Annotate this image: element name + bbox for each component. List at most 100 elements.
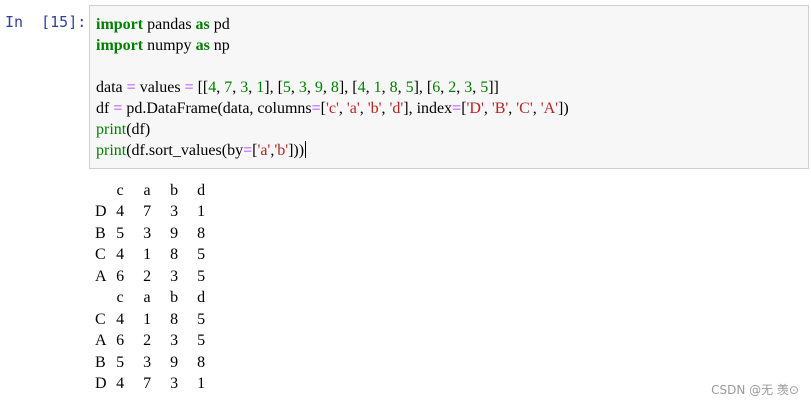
- number-literal: 1: [373, 79, 382, 96]
- table-cell: 8: [197, 224, 206, 242]
- operator: =: [113, 100, 123, 117]
- table-cell: 3: [170, 332, 179, 350]
- number-literal: 5: [282, 79, 291, 96]
- table-row: A 6 2 3 5: [95, 266, 215, 288]
- alias: pd: [209, 16, 230, 33]
- code-text: ])): [288, 142, 305, 159]
- code-text: ,: [322, 79, 331, 96]
- row-index: A: [95, 332, 107, 350]
- cell-prompt: In [15]:: [5, 13, 87, 31]
- code-line-4: data = values = [[4, 7, 3, 1], [5, 3, 9,…: [96, 77, 569, 98]
- keyword: import: [96, 16, 144, 33]
- number-literal: 3: [298, 79, 307, 96]
- table-cell: 7: [143, 375, 152, 393]
- table-cell: 3: [170, 375, 179, 393]
- row-index: A: [95, 267, 107, 285]
- code-text: ]]: [488, 79, 499, 96]
- table-cell: 4: [116, 203, 125, 221]
- builtin-function: print: [96, 142, 127, 159]
- output-table: c a b d D 4 7 3 1 B 5 3 9 8 C 4 1 8 5 A: [95, 180, 215, 395]
- row-index: C: [95, 246, 106, 264]
- code-line-2: import numpy as np: [96, 35, 569, 56]
- code-editor[interactable]: import pandas as pd import numpy as np d…: [96, 14, 569, 161]
- number-literal: 9: [314, 79, 323, 96]
- column-header: a: [143, 289, 151, 307]
- code-text: (df.sort_values(by: [126, 142, 244, 159]
- text-cursor: [305, 141, 307, 158]
- table-cell: 8: [197, 353, 206, 371]
- code-text: ,: [397, 79, 406, 96]
- table-header-row: c a b d: [95, 288, 215, 310]
- number-literal: 5: [405, 79, 414, 96]
- table-row: A 6 2 3 5: [95, 331, 215, 353]
- code-line-5: df = pd.DataFrame(data, columns=['c', 'a…: [96, 98, 569, 119]
- table-cell: 8: [170, 246, 179, 264]
- string-literal: 'c': [326, 100, 339, 117]
- string-literal: 'a': [346, 100, 360, 117]
- table-row: B 5 3 9 8: [95, 352, 215, 374]
- table-cell: 8: [170, 310, 179, 328]
- keyword: as: [195, 16, 210, 33]
- row-index: C: [95, 310, 106, 328]
- table-cell: 4: [116, 246, 125, 264]
- column-header: c: [116, 289, 124, 307]
- column-header: d: [197, 181, 206, 199]
- table-cell: 7: [143, 203, 152, 221]
- code-text: ], [: [338, 79, 358, 96]
- table-cell: 5: [197, 332, 206, 350]
- operator: =: [452, 100, 462, 117]
- table-row: C 4 1 8 5: [95, 245, 215, 267]
- code-text: data: [96, 79, 127, 96]
- string-literal: 'b': [367, 100, 382, 117]
- code-text: ,: [359, 100, 368, 117]
- code-line-7: print(df.sort_values(by=['a','b'])): [96, 140, 569, 161]
- table-cell: 3: [170, 203, 179, 221]
- code-text: (df): [126, 121, 151, 138]
- string-literal: 'B': [491, 100, 509, 117]
- table-cell: 3: [143, 353, 152, 371]
- code-text: ], [: [264, 79, 283, 96]
- code-text: values: [135, 79, 185, 96]
- table-cell: 3: [143, 224, 152, 242]
- column-header: b: [170, 289, 179, 307]
- table-row: B 5 3 9 8: [95, 223, 215, 245]
- column-header: d: [197, 289, 206, 307]
- table-cell: 9: [170, 353, 179, 371]
- code-text: ,: [290, 79, 299, 96]
- column-header: c: [116, 181, 124, 199]
- code-line-1: import pandas as pd: [96, 14, 569, 35]
- table-row: C 4 1 8 5: [95, 309, 215, 331]
- table-cell: 1: [197, 375, 206, 393]
- row-index: D: [95, 375, 107, 393]
- number-literal: 8: [389, 79, 398, 96]
- table-cell: 5: [197, 267, 206, 285]
- table-row: D 4 7 3 1: [95, 374, 215, 396]
- code-cell[interactable]: import pandas as pd import numpy as np d…: [89, 5, 809, 169]
- keyword: import: [96, 37, 144, 54]
- code-text: df: [96, 100, 114, 117]
- table-row: D 4 7 3 1: [95, 202, 215, 224]
- module-name: pandas: [143, 16, 196, 33]
- code-text: ], [: [413, 79, 433, 96]
- table-cell: 6: [116, 332, 125, 350]
- row-index: D: [95, 203, 107, 221]
- table-cell: 1: [143, 310, 152, 328]
- table-cell: 2: [143, 332, 152, 350]
- table-cell: 5: [116, 224, 125, 242]
- cell-output: c a b d D 4 7 3 1 B 5 3 9 8 C 4 1 8 5 A: [95, 180, 215, 395]
- code-text: ]): [558, 100, 569, 117]
- operator: =: [126, 79, 136, 96]
- code-text: ], index: [403, 100, 453, 117]
- table-cell: 2: [143, 267, 152, 285]
- table-cell: 3: [170, 267, 179, 285]
- module-name: numpy: [143, 37, 196, 54]
- table-cell: 4: [116, 375, 125, 393]
- row-index: B: [95, 224, 106, 242]
- keyword: as: [195, 37, 210, 54]
- code-text: ,: [381, 79, 390, 96]
- table-cell: 5: [197, 246, 206, 264]
- table-cell: 6: [116, 267, 125, 285]
- string-literal: 'C': [516, 100, 533, 117]
- code-text: ,: [365, 79, 374, 96]
